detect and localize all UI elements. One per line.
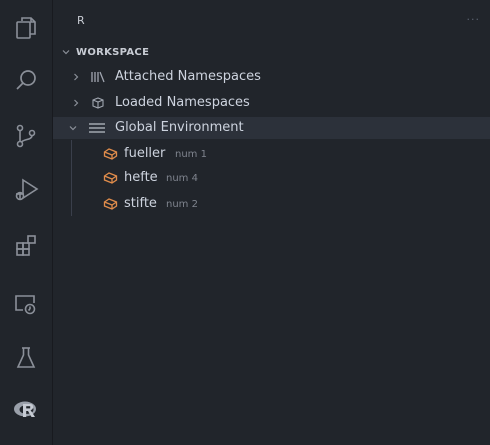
extensions-button[interactable]	[0, 222, 52, 270]
vscode-window: R ··· WORKSPACE Attached Namespaces Load…	[0, 0, 490, 445]
chevron-right-icon	[74, 99, 79, 107]
tree-item-loaded-namespaces[interactable]: Loaded Namespaces	[53, 92, 490, 114]
variable-description: num 4	[166, 173, 198, 184]
extensions-icon	[16, 235, 36, 256]
variable-name: stifte	[124, 196, 157, 211]
list-icon	[89, 123, 105, 133]
chevron-right-icon	[74, 73, 79, 81]
variable-description: num 1	[175, 149, 207, 160]
tree-item-variable-hefte[interactable]: hefte num 4	[53, 167, 490, 189]
search-button[interactable]	[0, 56, 52, 104]
variable-icon	[103, 172, 118, 184]
tree-item-attached-namespaces[interactable]: Attached Namespaces	[53, 66, 490, 88]
source-control-button[interactable]	[0, 112, 52, 160]
tree-item-variable-stifte[interactable]: stifte num 2	[53, 193, 490, 215]
sidebar-title: R	[77, 14, 85, 27]
tree-item-variable-fueller[interactable]: fueller num 1	[53, 143, 490, 165]
tree-item-label: Attached Namespaces	[115, 69, 261, 84]
testing-button[interactable]	[0, 334, 52, 382]
variable-name: fueller	[124, 146, 166, 161]
run-debug-icon	[15, 178, 39, 201]
more-actions-button[interactable]: ···	[467, 13, 481, 26]
variable-description: num 2	[166, 199, 198, 210]
tree-item-label: Loaded Namespaces	[115, 95, 250, 110]
activity-bar	[0, 0, 53, 445]
r-logo-icon	[14, 401, 36, 417]
library-icon	[91, 71, 105, 83]
copy-files-icon	[16, 17, 36, 39]
variable-icon	[103, 198, 118, 210]
r-extension-button[interactable]	[0, 386, 52, 434]
workspace-section-title: WORKSPACE	[76, 47, 150, 58]
chevron-down-icon	[62, 50, 70, 55]
tree-item-label: Global Environment	[115, 120, 244, 135]
workspace-section-header[interactable]: WORKSPACE	[53, 44, 490, 62]
source-control-icon	[16, 124, 36, 148]
package-icon	[92, 97, 104, 109]
tree-item-global-environment[interactable]: Global Environment	[53, 117, 490, 139]
run-debug-button[interactable]	[0, 166, 52, 214]
remote-explorer-button[interactable]	[0, 280, 52, 328]
variable-name: hefte	[124, 170, 158, 185]
explorer-button[interactable]	[0, 4, 52, 52]
flask-icon	[16, 347, 36, 368]
variable-icon	[103, 148, 118, 160]
chevron-down-icon	[69, 126, 77, 131]
search-icon	[16, 70, 36, 90]
r-sidebar: R ··· WORKSPACE Attached Namespaces Load…	[53, 0, 490, 445]
remote-explorer-icon	[15, 295, 36, 315]
